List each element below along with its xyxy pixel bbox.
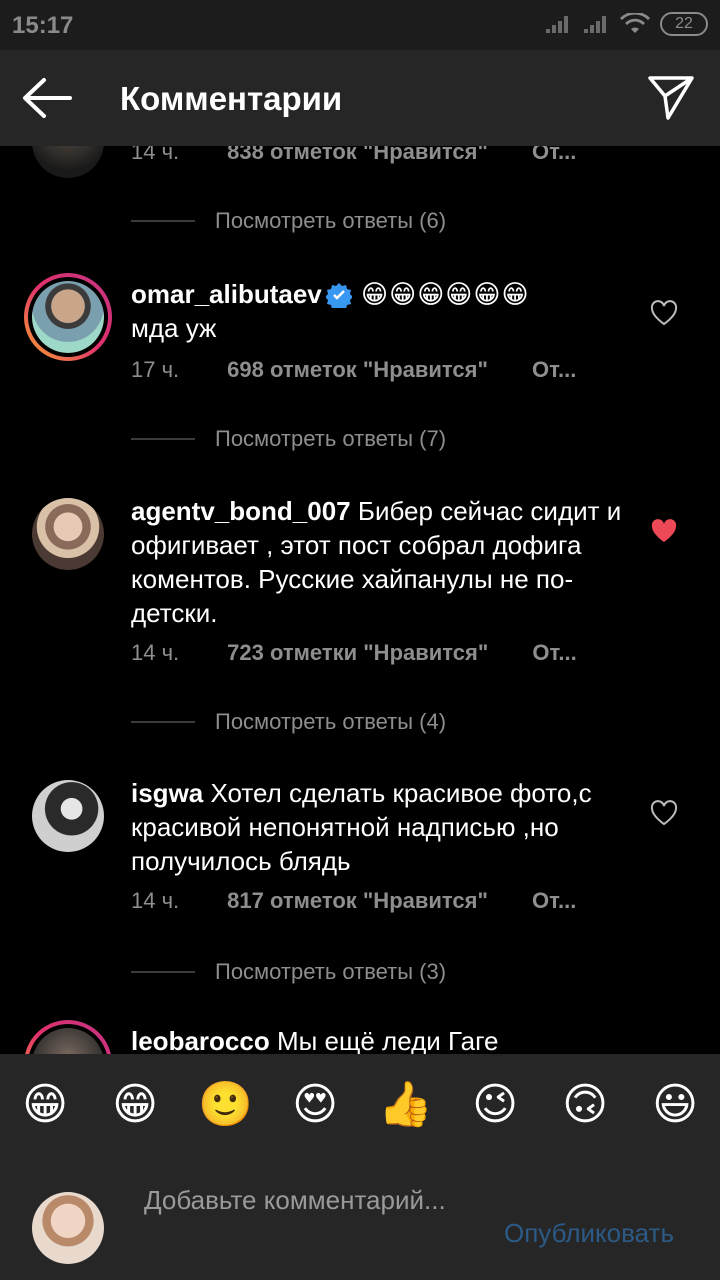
reply-link[interactable]: От... bbox=[532, 357, 576, 382]
publish-button[interactable]: Опубликовать bbox=[504, 1218, 674, 1249]
avatar bbox=[32, 1028, 104, 1054]
comment-time: 14 ч. bbox=[131, 146, 180, 164]
emoji-button[interactable]: 🙂 bbox=[198, 1078, 253, 1132]
emoji-button[interactable]: 😍 bbox=[288, 1078, 342, 1132]
comments-feed[interactable]: 14 ч. 838 отметок "Нравится" От... Посмо… bbox=[0, 146, 720, 1054]
verified-badge-icon bbox=[325, 283, 352, 308]
comment-text: agentv_bond_007 Бибер сейчас сидит и офи… bbox=[131, 494, 631, 630]
divider bbox=[131, 220, 195, 222]
comment-text: omar_alibutaev 😁😁😁😁😁😁 мда уж bbox=[131, 277, 631, 345]
likes-count[interactable]: 723 отметки "Нравится" bbox=[227, 640, 488, 666]
battery-icon: 22 bbox=[660, 12, 708, 36]
reply-link[interactable]: От... bbox=[532, 640, 576, 665]
emoji-quick-bar: 😁 😁 🙂 😍 👍 😉 🙃 😃 bbox=[0, 1054, 720, 1156]
reply-link[interactable]: От... bbox=[532, 888, 576, 913]
avatar-story-ring[interactable] bbox=[24, 273, 112, 361]
avatar[interactable] bbox=[32, 498, 104, 570]
emoji-button[interactable]: 😁 bbox=[108, 1078, 162, 1132]
view-replies-label: Посмотреть ответы (4) bbox=[215, 709, 447, 734]
avatar-story-ring[interactable] bbox=[24, 1020, 112, 1054]
comment-meta: 17 ч. 698 отметок "Нравится" От... bbox=[131, 357, 576, 383]
view-replies[interactable]: Посмотреть ответы (7) bbox=[131, 424, 446, 454]
comment-body: Мы ещё леди Гаге bbox=[276, 1026, 499, 1054]
comment-composer: Добавьте комментарий... Опубликовать bbox=[0, 1156, 720, 1280]
divider bbox=[131, 971, 195, 973]
emoji-button[interactable]: 😁 bbox=[18, 1078, 72, 1132]
status-time: 15:17 bbox=[12, 12, 74, 39]
comment-input[interactable]: Добавьте комментарий... bbox=[144, 1184, 474, 1217]
username[interactable]: isgwa bbox=[131, 778, 203, 808]
app-bar: Комментарии bbox=[0, 50, 720, 146]
signal-icon-2 bbox=[584, 16, 606, 33]
emoji-button[interactable]: 👍 bbox=[378, 1078, 433, 1132]
heart-outline-icon[interactable] bbox=[650, 300, 678, 326]
send-button[interactable] bbox=[646, 72, 696, 122]
view-replies-label: Посмотреть ответы (6) bbox=[215, 208, 447, 233]
avatar[interactable] bbox=[32, 780, 104, 852]
divider bbox=[131, 721, 195, 723]
emoji-button[interactable]: 😃 bbox=[648, 1078, 702, 1132]
arrow-left-icon bbox=[23, 78, 72, 118]
comment-meta: 14 ч. 838 отметок "Нравится" От... bbox=[131, 146, 576, 165]
view-replies[interactable]: Посмотреть ответы (6) bbox=[131, 206, 446, 236]
view-replies[interactable]: Посмотреть ответы (4) bbox=[131, 707, 446, 737]
likes-count[interactable]: 838 отметок "Нравится" bbox=[227, 146, 488, 165]
comment-emojis: 😁😁😁😁😁😁 bbox=[360, 279, 530, 309]
view-replies-label: Посмотреть ответы (3) bbox=[215, 959, 447, 984]
avatar[interactable] bbox=[32, 146, 104, 178]
username[interactable]: leobarocco bbox=[131, 1026, 270, 1054]
comment-time: 14 ч. bbox=[131, 640, 180, 665]
current-user-avatar bbox=[32, 1192, 104, 1264]
back-button[interactable] bbox=[20, 76, 74, 120]
status-icons: 22 bbox=[544, 12, 708, 36]
username[interactable]: omar_alibutaev bbox=[131, 279, 322, 309]
page-title: Комментарии bbox=[120, 80, 343, 117]
comment-meta: 14 ч. 817 отметок "Нравится" От... bbox=[131, 888, 576, 914]
signal-icon bbox=[546, 16, 568, 33]
username[interactable]: agentv_bond_007 bbox=[131, 496, 351, 526]
likes-count[interactable]: 698 отметок "Нравится" bbox=[227, 357, 488, 383]
view-replies[interactable]: Посмотреть ответы (3) bbox=[131, 957, 446, 987]
wifi-icon bbox=[620, 13, 650, 33]
view-replies-label: Посмотреть ответы (7) bbox=[215, 426, 447, 451]
comment-time: 14 ч. bbox=[131, 888, 180, 913]
comment-text: leobarocco Мы ещё леди Гаге bbox=[131, 1024, 631, 1054]
emoji-button[interactable]: 😉 bbox=[468, 1078, 522, 1132]
avatar bbox=[32, 281, 104, 353]
status-bar: 15:17 22 bbox=[0, 0, 720, 50]
emoji-button[interactable]: 🙃 bbox=[558, 1078, 612, 1132]
comment-body: мда уж bbox=[131, 313, 217, 343]
comment-text: isgwa Хотел сделать красивое фото,с крас… bbox=[131, 776, 631, 878]
divider bbox=[131, 438, 195, 440]
paper-plane-icon bbox=[648, 76, 694, 120]
comment-meta: 14 ч. 723 отметки "Нравится" От... bbox=[131, 640, 577, 666]
reply-link[interactable]: От... bbox=[532, 146, 576, 164]
comment-time: 17 ч. bbox=[131, 357, 180, 382]
heart-outline-icon[interactable] bbox=[650, 800, 678, 826]
likes-count[interactable]: 817 отметок "Нравится" bbox=[227, 888, 488, 914]
heart-filled-icon[interactable] bbox=[650, 518, 678, 544]
